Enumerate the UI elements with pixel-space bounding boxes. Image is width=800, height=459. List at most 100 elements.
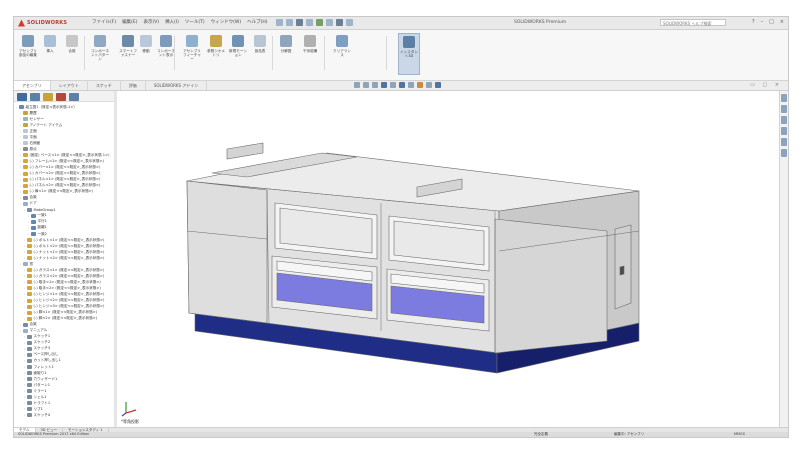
ribbon-button-icon (160, 35, 172, 47)
ribbon-button[interactable]: アセンブリ部品の編集 (18, 33, 38, 73)
ribbon-button[interactable]: インスタント3D (398, 33, 420, 75)
maximize-button[interactable]: □ (769, 19, 774, 25)
help-button[interactable]: ? (752, 19, 755, 25)
ribbon-button[interactable]: スマートファスナー (118, 33, 138, 73)
display-style-icon[interactable] (399, 82, 405, 88)
tree-node[interactable]: › (-) カバー<1> (既定<<既定>_表示状態>) (16, 164, 112, 170)
left-end-panel[interactable] (186, 180, 268, 324)
ribbon-button[interactable]: コンポーネント表示 (156, 33, 176, 73)
tree-node[interactable]: › (-) カバー<2> (既定<<既定>_表示状態>) (16, 171, 112, 177)
solidworks-resources-icon[interactable] (781, 94, 787, 102)
ribbon-button[interactable]: 新規モーション (228, 33, 248, 73)
menu-item[interactable]: 表示(V) (143, 19, 159, 25)
tree-node[interactable]: › スケッチ4 (16, 412, 112, 418)
select-icon[interactable] (326, 19, 333, 26)
tree-node-icon (27, 346, 32, 351)
display-manager-tab-icon[interactable] (69, 93, 79, 101)
command-tab[interactable]: レイアウト (51, 81, 88, 90)
save-icon[interactable] (296, 19, 303, 26)
tree-node-label: (-) パネル<1> (既定<<既定>_表示状態>) (29, 177, 101, 182)
tree-node-label: (固定) ベース<1> (既定<<既定>_表示状態 1>) (29, 152, 110, 157)
ribbon-button[interactable]: 分解図 (276, 33, 296, 73)
menu-item[interactable]: 編集(E) (122, 19, 137, 25)
design-library-icon[interactable] (781, 105, 787, 113)
ribbon-button[interactable]: 移動 (136, 33, 156, 73)
menu-item[interactable]: ヘルプ(H) (247, 19, 267, 25)
appearance-icon[interactable] (417, 82, 423, 88)
view-palette-icon[interactable] (781, 127, 787, 135)
command-tab[interactable]: スケッチ (88, 81, 121, 90)
tree-node[interactable]: › (-) パネル<2> (既定<<既定>_表示状態>) (16, 183, 112, 189)
app-logo[interactable]: SOLIDWORKS (18, 19, 67, 27)
command-tab[interactable]: SOLIDWORKS アドイン (146, 81, 208, 90)
property-manager-tab-icon[interactable] (30, 93, 40, 101)
print-icon[interactable] (306, 19, 313, 26)
tree-node-label: (-) フレーム<1> (既定<<既定>_表示状態>) (29, 158, 104, 163)
tree-node-label: ドア (29, 201, 37, 206)
tree-node-icon (27, 352, 32, 357)
scene-icon[interactable] (426, 82, 432, 88)
ribbon-button[interactable]: 参照ジオメトリ (206, 33, 226, 73)
ribbon-button[interactable]: アセンブリフィーチャー (182, 33, 202, 73)
side-door-handle-icon[interactable] (619, 265, 625, 276)
custom-properties-icon[interactable] (781, 149, 787, 157)
tree-node-icon (27, 268, 32, 273)
command-tab[interactable]: アセンブリ (14, 81, 51, 90)
menu-item[interactable]: ウィンドウ(W) (211, 19, 241, 25)
tree-node-label: (-) ボルト<2> (既定<<既定>_表示状態>) (33, 243, 105, 248)
tree-node-label: マニュアル (29, 328, 48, 333)
help-search-input[interactable]: SOLIDWORKS ヘルプ検索 (660, 19, 726, 26)
ribbon-button-icon (66, 35, 78, 47)
open-icon[interactable] (286, 19, 293, 26)
tree-node-icon (27, 371, 32, 376)
tree-node-icon (27, 292, 32, 297)
ribbon-button[interactable]: 干渉認識 (300, 33, 320, 73)
feature-manager-tab-icon[interactable] (17, 93, 27, 101)
ribbon-button[interactable]: 部品表 (250, 33, 270, 73)
rebuild-icon[interactable] (336, 19, 343, 26)
ribbon-button[interactable]: 合致 (62, 33, 82, 73)
menu-item[interactable]: 挿入(I) (165, 19, 179, 25)
hide-show-icon[interactable] (408, 82, 414, 88)
feature-manager-pane: › 組立図1（既定<表示状態-1>） › 履歴 › センサー › アノテート アイテム › 正面 ›… (14, 91, 115, 427)
undo-icon[interactable] (316, 19, 323, 26)
minimize-button[interactable]: – (761, 19, 764, 25)
viewport-controls[interactable]: ▭ ▢ × (750, 82, 782, 88)
new-icon[interactable] (276, 19, 283, 26)
ribbon-button-label: インスタント3D (400, 50, 418, 58)
tree-node-label: 正面 (29, 128, 37, 133)
tree-node-icon (23, 189, 28, 194)
tree-node[interactable]: › (-) フレーム<1> (既定<<既定>_表示状態>) (16, 158, 112, 164)
menu-item[interactable]: ツール(T) (185, 19, 205, 25)
appearances-icon[interactable] (781, 138, 787, 146)
tree-node-label: フィレット1 (33, 364, 54, 369)
right-front-panel[interactable] (494, 218, 608, 354)
configuration-manager-tab-icon[interactable] (43, 93, 53, 101)
section-view-icon[interactable] (381, 82, 387, 88)
view-orientation-icon[interactable] (390, 82, 396, 88)
options-icon[interactable] (346, 19, 353, 26)
command-tab[interactable]: 評価 (121, 81, 146, 90)
ribbon-button[interactable]: 挿入 (40, 33, 60, 73)
dimxpert-tab-icon[interactable] (56, 93, 66, 101)
graphics-area[interactable]: *等角投影 (117, 91, 780, 427)
tree-node-label: スケッチ4 (33, 412, 51, 417)
ribbon-button[interactable]: クリアランス (332, 33, 352, 73)
ribbon-button-label: 合致 (68, 49, 76, 53)
ribbon-button-label: アセンブリ部品の編集 (19, 49, 37, 57)
tree-node[interactable]: › (固定) ベース<1> (既定<<既定>_表示状態 1>) (16, 152, 112, 158)
top-block-left[interactable] (226, 142, 264, 160)
zoom-area-icon[interactable] (363, 82, 369, 88)
view-settings-icon[interactable] (435, 82, 441, 88)
previous-view-icon[interactable] (372, 82, 378, 88)
status-units[interactable]: MMGS (734, 432, 745, 437)
tree-node-icon (27, 389, 32, 394)
manager-tabs (14, 91, 114, 102)
tree-node[interactable]: › (-) パネル<1> (既定<<既定>_表示状態>) (16, 177, 112, 183)
tree-node-label: (-) ボルト<1> (既定<<既定>_表示状態>) (33, 237, 105, 242)
ribbon-button[interactable]: コンポーネントパターン (90, 33, 110, 73)
file-explorer-icon[interactable] (781, 116, 787, 124)
menu-item[interactable]: ファイル(F) (92, 19, 116, 25)
zoom-to-fit-icon[interactable] (354, 82, 360, 88)
close-button[interactable]: × (780, 19, 784, 25)
